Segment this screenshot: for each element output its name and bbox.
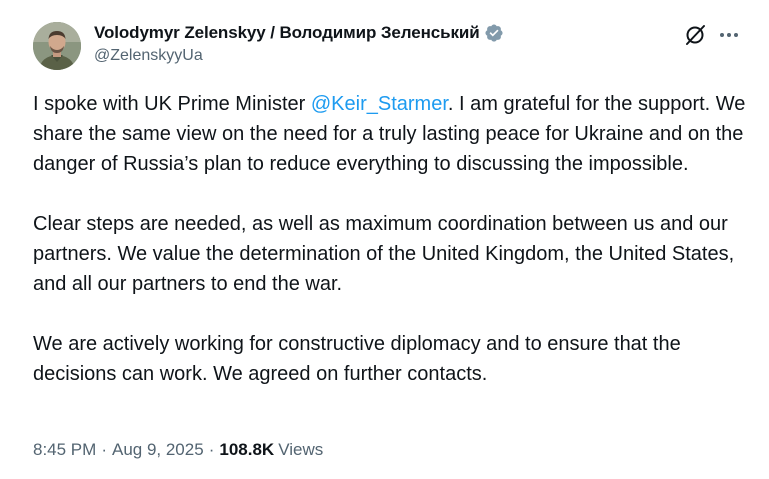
avatar[interactable] [33, 22, 81, 70]
views-label: Views [278, 440, 324, 459]
tweet-card: Volodymyr Zelenskyy / Володимир Зеленськ… [0, 0, 769, 479]
tweet-paragraph-1: I spoke with UK Prime Minister @Keir_Sta… [33, 89, 748, 179]
mention-link[interactable]: @Keir_Starmer [311, 93, 448, 115]
author-header: Volodymyr Zelenskyy / Володимир Зеленськ… [94, 21, 504, 65]
tweet-paragraph-1-start: I spoke with UK Prime Minister [33, 93, 311, 115]
author-name-row: Volodymyr Zelenskyy / Володимир Зеленськ… [94, 21, 504, 45]
tweet-time[interactable]: 8:45 PM [33, 440, 96, 460]
verified-badge-icon[interactable] [484, 23, 504, 43]
tweet-text: I spoke with UK Prime Minister @Keir_Sta… [33, 89, 748, 389]
author-display-name[interactable]: Volodymyr Zelenskyy / Володимир Зеленськ… [94, 23, 480, 43]
meta-separator: · [208, 440, 215, 459]
grok-icon[interactable] [683, 22, 709, 48]
tweet-metadata: 8:45 PM · Aug 9, 2025 · 108.8K Views [33, 440, 323, 460]
meta-separator: · [101, 440, 107, 459]
avatar-image [33, 22, 81, 70]
author-handle[interactable]: @ZelenskyyUa [94, 47, 504, 65]
views-count: 108.8K [219, 440, 275, 459]
tweet-date[interactable]: Aug 9, 2025 [112, 440, 204, 460]
tweet-paragraph-2: Clear steps are needed, as well as maxim… [33, 213, 735, 295]
more-options-icon[interactable] [716, 23, 742, 47]
tweet-paragraph-3: We are actively working for constructive… [33, 333, 681, 385]
